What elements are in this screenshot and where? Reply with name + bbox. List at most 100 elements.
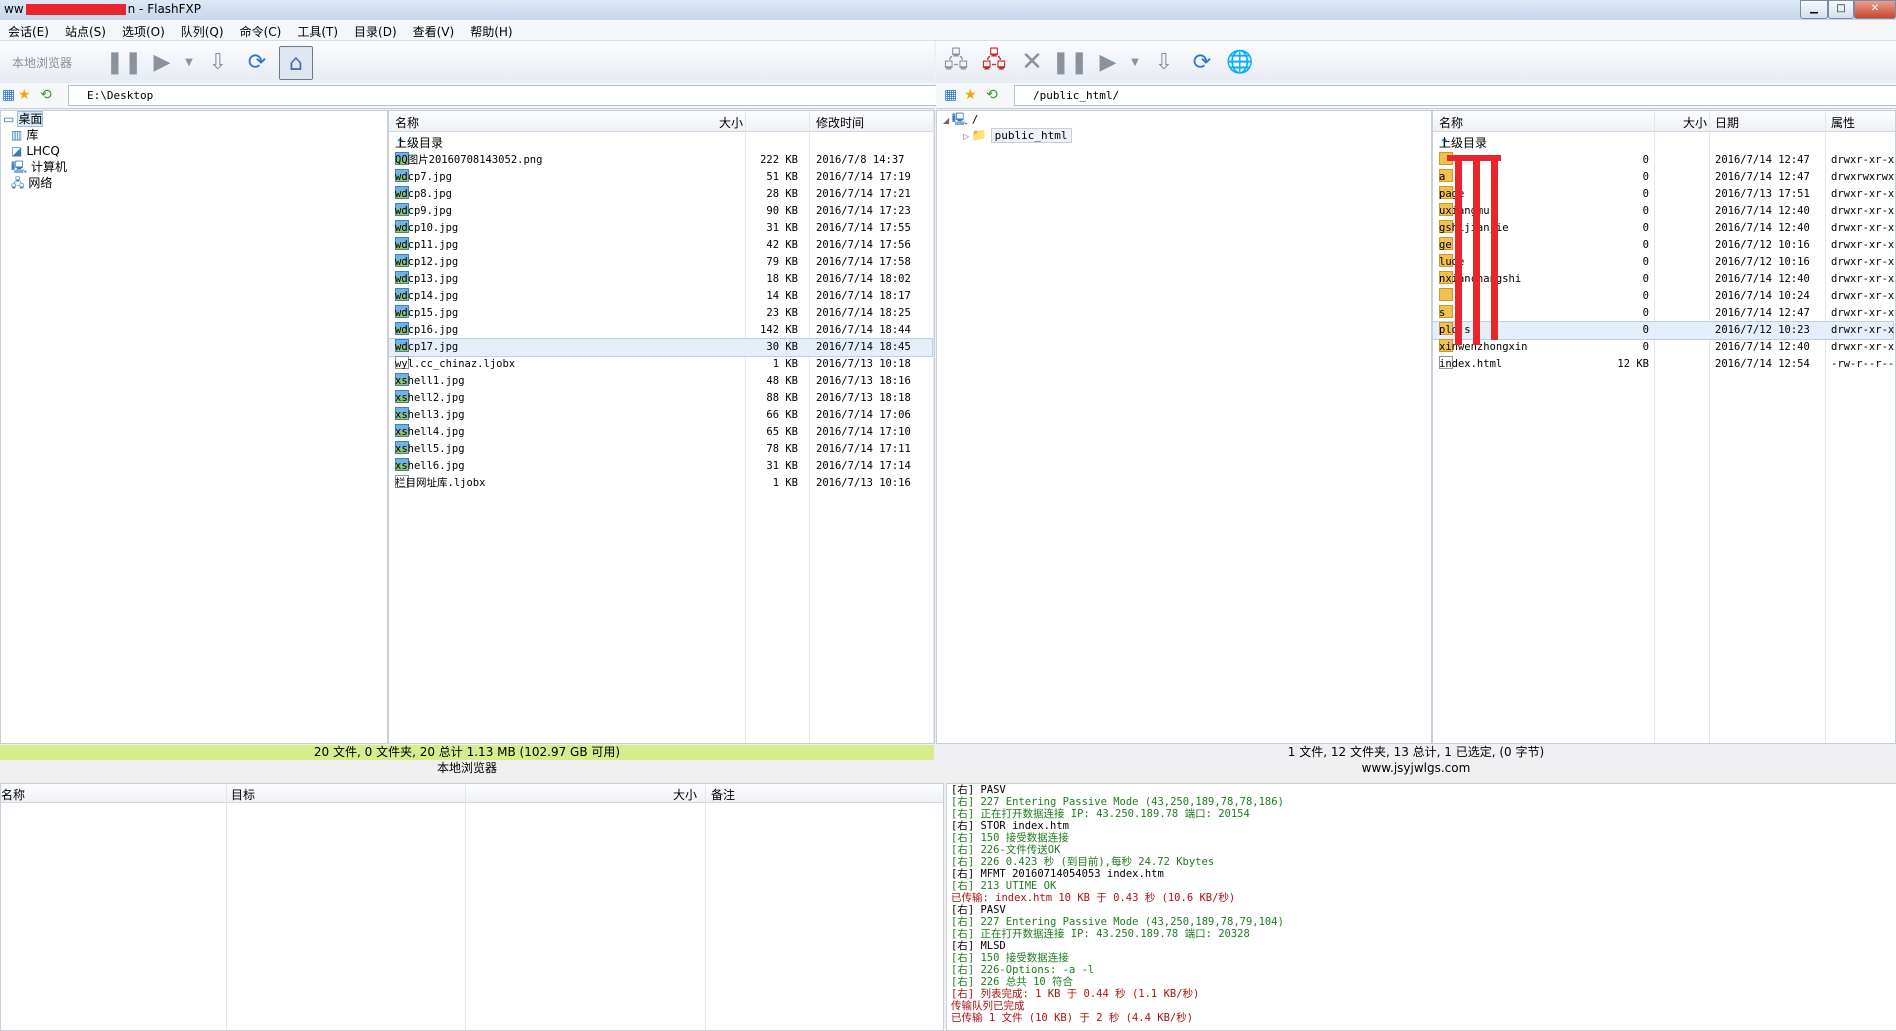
dropdown-arrow-icon[interactable]: ▼ <box>1128 46 1142 78</box>
pause-icon[interactable]: ❚❚ <box>106 46 143 78</box>
file-size: 0 <box>1642 341 1649 353</box>
file-row[interactable]: xshell1.jpg 48 KB 2016/7/13 18:16 <box>389 373 932 390</box>
menu-item[interactable]: 工具(T) <box>289 20 346 40</box>
col-size[interactable]: 大小 <box>719 114 743 131</box>
menu-item[interactable]: 选项(O) <box>114 20 173 40</box>
file-row[interactable]: wdcp15.jpg 23 KB 2016/7/14 18:25 <box>389 305 932 322</box>
tree-item[interactable]: ◪ LHCQ <box>1 143 387 159</box>
play-icon[interactable]: ▶ <box>146 46 178 78</box>
refresh-icon[interactable]: ⟳ <box>1186 46 1218 78</box>
connect-icon[interactable]: 🖧 <box>940 46 972 78</box>
file-row[interactable]: xshell5.jpg 78 KB 2016/7/14 17:11 <box>389 441 932 458</box>
file-row[interactable]: uxiangmu 0 2016/7/14 12:40 drwxr-xr-x <box>1433 203 1894 220</box>
close-window-button[interactable]: ✕ <box>1854 0 1896 19</box>
queue-col-name[interactable]: 名称 <box>1 786 25 803</box>
parent-dir-row[interactable]: ↑ 上级目录 <box>1433 135 1895 152</box>
menu-item[interactable]: 队列(Q) <box>173 20 232 40</box>
expanded-arrow-icon[interactable]: ◢ <box>943 116 952 125</box>
file-row[interactable]: wyl.cc_chinaz.ljobx 1 KB 2016/7/13 10:18 <box>389 356 932 373</box>
tree-item[interactable]: 🖧 网络 <box>1 175 387 191</box>
file-row[interactable]: wdcp14.jpg 14 KB 2016/7/14 18:17 <box>389 288 932 305</box>
file-row[interactable]: xshell2.jpg 88 KB 2016/7/13 18:18 <box>389 390 932 407</box>
file-date: 2016/7/14 18:45 <box>816 341 911 353</box>
tree-item[interactable]: ▥ 库 <box>1 127 387 143</box>
left-path-input[interactable]: E:\Desktop ▾ <box>68 85 950 106</box>
up-folder-icon[interactable]: ⟲ <box>40 87 52 103</box>
queue-header: 名称 目标 大小 备注 <box>1 784 943 803</box>
menu-item[interactable]: 会话(E) <box>0 20 57 40</box>
disconnect-icon[interactable]: 🖧 <box>978 46 1010 78</box>
file-row[interactable]: wdcp11.jpg 42 KB 2016/7/14 17:56 <box>389 237 932 254</box>
globe-icon[interactable]: 🌐 <box>1224 46 1256 78</box>
right-path-input[interactable]: /public_html/ ▾ <box>1014 85 1896 106</box>
file-row[interactable]: xinwenzhongxin 0 2016/7/14 12:40 drwxr-xr-x <box>1433 339 1894 356</box>
file-row[interactable]: 0 2016/7/14 10:24 drwxr-xr-x <box>1433 288 1894 305</box>
col-size[interactable]: 大小 <box>1683 114 1707 131</box>
maximize-button[interactable]: □ <box>1828 0 1854 19</box>
refresh-icon[interactable]: ⟳ <box>241 46 273 78</box>
col-name[interactable]: 名称 <box>1439 114 1463 131</box>
menu-item[interactable]: 目录(D) <box>346 20 405 40</box>
queue-col-size[interactable]: 大小 <box>673 786 697 803</box>
play-icon[interactable]: ▶ <box>1092 46 1124 78</box>
col-date[interactable]: 日期 <box>1715 114 1739 131</box>
favorites-icon[interactable]: ★ <box>18 87 31 103</box>
file-row[interactable]: 栏目网址库.ljobx 1 KB 2016/7/13 10:16 <box>389 475 932 492</box>
file-row[interactable]: wdcp17.jpg 30 KB 2016/7/14 18:45 <box>389 338 933 357</box>
queue-col-note[interactable]: 备注 <box>711 786 735 803</box>
favorites-icon[interactable]: ★ <box>964 87 977 103</box>
transfer-icon[interactable]: ⇩ <box>202 46 234 78</box>
minimize-button[interactable]: ▁ <box>1800 0 1828 19</box>
file-row[interactable]: wdcp7.jpg 51 KB 2016/7/14 17:19 <box>389 169 932 186</box>
col-attr[interactable]: 属性 <box>1831 114 1855 131</box>
file-row[interactable]: s 0 2016/7/14 12:47 drwxr-xr-x <box>1433 305 1894 322</box>
transfer-icon[interactable]: ⇩ <box>1148 46 1180 78</box>
log-line: [右] 227 Entering Passive Mode (43,250,18… <box>951 916 1284 928</box>
queue-col-target[interactable]: 目标 <box>231 786 255 803</box>
collapsed-arrow-icon[interactable]: ▷ <box>963 132 972 141</box>
file-row[interactable]: index.html 12 KB 2016/7/14 12:54 -rw-r--r-- <box>1433 356 1894 373</box>
file-row[interactable]: gshijianjie02016/7/14 12:40drwxr-xr-x <box>1433 220 1894 237</box>
col-name[interactable]: 名称 <box>395 114 419 131</box>
file-row[interactable]: ge 0 2016/7/12 10:16 drwxr-xr-x <box>1433 237 1894 254</box>
parent-dir-row[interactable]: ↑ 上级目录 <box>389 135 934 152</box>
pause-icon[interactable]: ❚❚ <box>1052 46 1089 78</box>
file-row[interactable]: wdcp12.jpg 79 KB 2016/7/14 17:58 <box>389 254 932 271</box>
tree-item[interactable]: ▭ 桌面 <box>1 111 387 127</box>
file-row[interactable]: xshell3.jpg 66 KB 2016/7/14 17:06 <box>389 407 932 424</box>
file-row[interactable]: page 0 2016/7/13 17:51 drwxr-xr-x <box>1433 186 1894 203</box>
file-row[interactable]: wdcp16.jpg 142 KB 2016/7/14 18:44 <box>389 322 932 339</box>
file-row[interactable]: xshell6.jpg 31 KB 2016/7/14 17:14 <box>389 458 932 475</box>
tree-item[interactable]: ◢ 🖳 / <box>937 111 1431 127</box>
col-modified[interactable]: 修改时间 <box>816 114 864 131</box>
annotation-mark <box>1455 155 1462 345</box>
file-row[interactable]: 0 2016/7/14 12:47 drwxr-xr-x <box>1433 152 1894 169</box>
file-row[interactable]: wdcp10.jpg 31 KB 2016/7/14 17:55 <box>389 220 932 237</box>
menu-item[interactable]: 命令(C) <box>232 20 290 40</box>
file-row[interactable]: xshell4.jpg 65 KB 2016/7/14 17:10 <box>389 424 932 441</box>
tree-item[interactable]: ▷ 📁 public_html <box>937 127 1431 143</box>
menu-item[interactable]: 帮助(H) <box>462 20 520 40</box>
dropdown-arrow-icon[interactable]: ▼ <box>182 46 196 78</box>
tree-item[interactable]: 🖳 计算机 <box>1 159 387 175</box>
abort-icon[interactable]: ✕ <box>1016 46 1048 78</box>
home-icon[interactable]: ⌂ <box>279 46 313 80</box>
view-icon[interactable]: ▦ <box>2 87 15 103</box>
file-row[interactable]: lude 0 2016/7/12 10:16 drwxr-xr-x <box>1433 254 1894 271</box>
view-icon[interactable]: ▦ <box>944 87 957 103</box>
log-line: [右] MLSD <box>951 940 1006 952</box>
file-row[interactable]: wdcp13.jpg 18 KB 2016/7/14 18:02 <box>389 271 932 288</box>
menu-item[interactable]: 站点(S) <box>57 20 114 40</box>
file-row[interactable]: wdcp8.jpg 28 KB 2016/7/14 17:21 <box>389 186 932 203</box>
file-name-text: wdcp15.jpg <box>395 307 459 319</box>
menu-item[interactable]: 查看(V) <box>405 20 463 40</box>
up-folder-icon[interactable]: ⟲ <box>986 87 998 103</box>
file-size: 66 KB <box>766 409 798 421</box>
file-row[interactable]: plo s 0 2016/7/12 10:23 drwxr-xr-x <box>1433 321 1894 340</box>
file-row[interactable]: QQ图片20160708143052.png 222 KB 2016/7/8 14:… <box>389 152 932 169</box>
file-row[interactable]: a 0 2016/7/14 12:47 drwxrwxrwx <box>1433 169 1894 186</box>
left-status-text: 20 文件, 0 文件夹, 20 总计 1.13 MB (102.97 GB 可… <box>313 745 621 759</box>
file-row[interactable]: nxianchangshi 0 2016/7/14 12:40 drwxr-xr-x <box>1433 271 1894 288</box>
file-row[interactable]: wdcp9.jpg 90 KB 2016/7/14 17:23 <box>389 203 932 220</box>
tree-label: 库 <box>26 128 39 142</box>
